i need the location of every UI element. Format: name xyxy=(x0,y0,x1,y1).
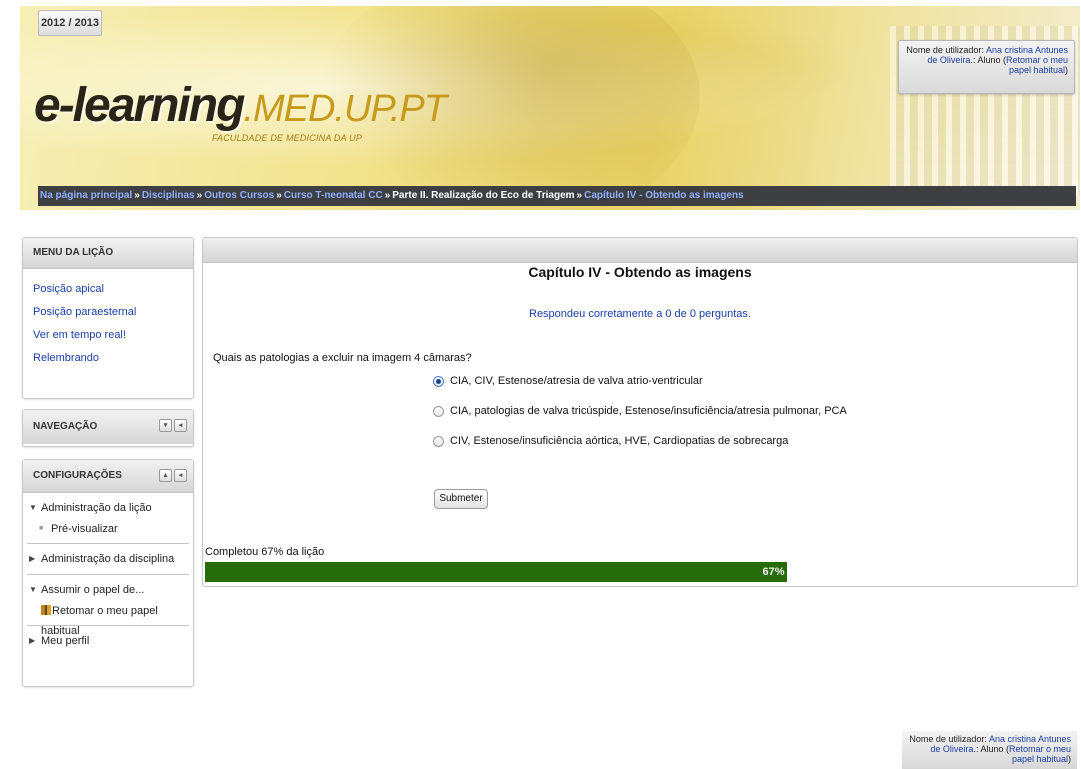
progress-bar: 67% xyxy=(205,562,1073,582)
settings-controls: ▴ ◂ xyxy=(159,469,187,482)
breadcrumb-item-disciplinas[interactable]: Disciplinas xyxy=(142,190,195,201)
breadcrumb-item-home[interactable]: Na página principal xyxy=(40,190,132,201)
tree-item-return-role[interactable]: Retomar o meu papel habitual xyxy=(23,601,193,637)
lesson-menu-title: MENU DA LIÇÃO xyxy=(23,238,193,269)
answer-option-label[interactable]: CIV, Estenose/insuficiência aórtica, HVE… xyxy=(450,435,788,447)
navigation-block: NAVEGAÇÃO ▾ ◂ xyxy=(22,409,194,447)
answer-options: CIA, CIV, Estenose/atresia de valva atri… xyxy=(433,375,847,465)
tree-item-label: Meu perfil xyxy=(41,635,90,647)
tree-item-label: Administração da disciplina xyxy=(41,553,175,565)
radio-button-selected[interactable] xyxy=(433,376,444,387)
submit-button[interactable]: Submeter xyxy=(434,489,488,509)
collapsed-triangle-icon: ▶ xyxy=(29,636,36,645)
answer-option-label[interactable]: CIA, patologias de valva tricúspide, Est… xyxy=(450,405,847,417)
site-logo[interactable]: e-learning.MED.UP.PT xyxy=(34,78,447,133)
progress-percent-text: 67% xyxy=(762,566,785,578)
login-suffix: ) xyxy=(1065,65,1068,75)
logo-main-text: e-learning xyxy=(34,79,245,132)
settings-block: CONFIGURAÇÕES ▴ ◂ ▼ Administração da liç… xyxy=(22,459,194,687)
academic-year-tab[interactable]: 2012 / 2013 xyxy=(38,10,102,36)
breadcrumb-separator: » xyxy=(196,190,203,201)
lesson-menu-item-relembrando[interactable]: Relembrando xyxy=(33,352,99,364)
lesson-menu-item-paraesternal[interactable]: Posição paraesternal xyxy=(33,306,136,318)
lesson-menu-list: Posição apical Posição paraesternal Ver … xyxy=(23,269,193,371)
tree-item-course-admin[interactable]: ▶ Administração da disciplina xyxy=(23,548,193,570)
logo-subtitle: FACULDADE DE MEDICINA DA UP xyxy=(212,133,363,143)
answer-option-label[interactable]: CIA, CIV, Estenose/atresia de valva atri… xyxy=(450,375,703,387)
login-suffix: ) xyxy=(1068,754,1071,764)
lesson-menu-item-apical[interactable]: Posição apical xyxy=(33,283,104,295)
answer-option[interactable]: CIA, CIV, Estenose/atresia de valva atri… xyxy=(433,375,847,405)
tree-item-switch-role[interactable]: ▼ Assumir o papel de... xyxy=(23,579,193,601)
login-role: .: Aluno ( xyxy=(973,744,1009,754)
breadcrumb-item-course[interactable]: Curso T-neonatal CC xyxy=(284,190,383,201)
return-role-link[interactable]: Retomar o meu papel habitual xyxy=(1009,744,1071,764)
breadcrumb-item-part: Parte II. Realização do Eco de Triagem xyxy=(392,190,575,201)
content-header-bar xyxy=(203,238,1077,263)
dock-icon[interactable]: ◂ xyxy=(174,469,187,482)
collapse-icon[interactable]: ▴ xyxy=(159,469,172,482)
login-role: .: Aluno ( xyxy=(970,55,1006,65)
logo-domain-text: .MED.UP.PT xyxy=(243,88,447,130)
navigation-title: NAVEGAÇÃO xyxy=(33,421,98,432)
tree-item-lesson-admin[interactable]: ▼ Administração da lição xyxy=(23,497,193,519)
bullet-icon: ■ xyxy=(39,525,44,532)
settings-block-header: CONFIGURAÇÕES ▴ ◂ xyxy=(23,460,193,493)
expanded-triangle-icon: ▼ xyxy=(29,503,37,512)
login-prefix: Nome de utilizador: xyxy=(906,45,986,55)
tree-item-label: Administração da lição xyxy=(41,502,152,514)
tree-item-label: Assumir o papel de... xyxy=(41,584,145,596)
question-text: Quais as patologias a excluir na imagem … xyxy=(213,352,472,364)
settings-title: CONFIGURAÇÕES xyxy=(33,470,122,481)
collapsed-triangle-icon: ▶ xyxy=(29,554,36,563)
lesson-content: Capítulo IV - Obtendo as imagens Respond… xyxy=(202,237,1078,587)
progress-bar-fill: 67% xyxy=(205,562,787,582)
divider xyxy=(27,574,189,575)
dock-icon[interactable]: ◂ xyxy=(174,419,187,432)
navigation-controls: ▾ ◂ xyxy=(159,419,187,432)
expanded-triangle-icon: ▼ xyxy=(29,585,37,594)
expand-icon[interactable]: ▾ xyxy=(159,419,172,432)
footer-login-info: Nome de utilizador: Ana cristina Antunes… xyxy=(902,731,1077,769)
breadcrumb-separator: » xyxy=(384,190,391,201)
radio-button[interactable] xyxy=(433,436,444,447)
breadcrumb-separator: » xyxy=(576,190,583,201)
radio-button[interactable] xyxy=(433,406,444,417)
tree-item-label: Pré-visualizar xyxy=(51,523,118,535)
breadcrumb-item-outros-cursos[interactable]: Outros Cursos xyxy=(204,190,274,201)
switch-role-icon xyxy=(41,605,51,615)
answer-option[interactable]: CIA, patologias de valva tricúspide, Est… xyxy=(433,405,847,435)
breadcrumb: Na página principal» Disciplinas» Outros C… xyxy=(38,186,1076,206)
progress-label: Completou 67% da lição xyxy=(205,546,325,558)
lesson-menu-item-tempo-real[interactable]: Ver em tempo real! xyxy=(33,329,126,341)
return-role-link[interactable]: Retomar o meu papel habitual xyxy=(1006,55,1068,75)
answer-option[interactable]: CIV, Estenose/insuficiência aórtica, HVE… xyxy=(433,435,847,465)
login-prefix: Nome de utilizador: xyxy=(909,734,989,744)
lesson-menu-block: MENU DA LIÇÃO Posição apical Posição par… xyxy=(22,237,194,399)
score-feedback: Respondeu corretamente a 0 de 0 pergunta… xyxy=(529,308,751,320)
tree-item-preview[interactable]: ■ Pré-visualizar xyxy=(23,519,193,539)
login-info: Nome de utilizador: Ana cristina Antunes… xyxy=(898,40,1075,94)
tree-item-profile[interactable]: ▶ Meu perfil xyxy=(23,630,193,652)
breadcrumb-separator: » xyxy=(134,190,140,201)
page-title: Capítulo IV - Obtendo as imagens xyxy=(528,264,752,280)
divider xyxy=(27,543,189,544)
breadcrumb-item-chapter[interactable]: Capítulo IV - Obtendo as imagens xyxy=(584,190,743,201)
breadcrumb-separator: » xyxy=(276,190,282,201)
navigation-block-header[interactable]: NAVEGAÇÃO ▾ ◂ xyxy=(23,410,193,444)
settings-tree: ▼ Administração da lição ■ Pré-visualiza… xyxy=(23,493,193,652)
